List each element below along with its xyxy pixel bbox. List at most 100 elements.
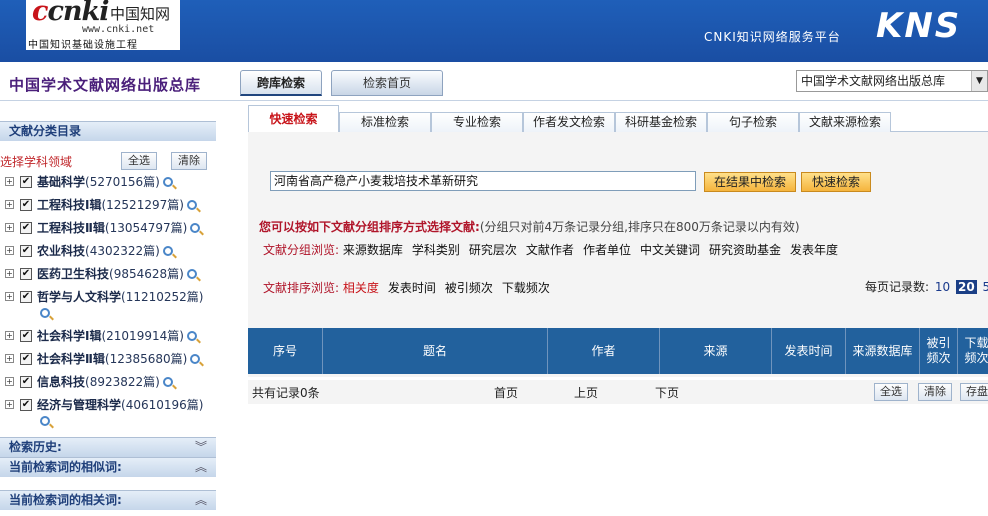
col-source[interactable]: 来源 <box>660 328 772 374</box>
subject-item[interactable]: + ✔ 医药卫生科技(9854628篇) <box>0 266 216 282</box>
chevron-up-icon[interactable]: ︽ <box>195 491 207 510</box>
tab-source-search[interactable]: 文献来源检索 <box>799 112 891 132</box>
expand-icon[interactable]: + <box>5 354 14 363</box>
sort-link[interactable]: 下载频次 <box>502 281 550 295</box>
clear-subjects-button[interactable]: 清除 <box>171 152 207 170</box>
checkbox[interactable]: ✔ <box>20 268 32 280</box>
group-link[interactable]: 作者单位 <box>583 243 631 257</box>
tab-standard-search[interactable]: 标准检索 <box>339 112 431 132</box>
subject-item[interactable]: + ✔ 社会科学Ⅰ辑(21019914篇) <box>0 328 216 344</box>
search-in-results-button[interactable]: 在结果中检索 <box>704 172 796 192</box>
database-select[interactable]: 中国学术文献网络出版总库 ▼ <box>796 70 988 92</box>
checkbox[interactable]: ✔ <box>20 399 32 411</box>
expand-icon[interactable]: + <box>5 292 14 301</box>
related-words-header[interactable]: 当前检索词的相关词: ︽ <box>0 490 216 510</box>
checkbox[interactable]: ✔ <box>20 376 32 388</box>
magnifier-icon[interactable] <box>40 416 50 426</box>
col-index[interactable]: 序号 <box>248 328 323 374</box>
subject-item[interactable]: + ✔ 农业科技(4302322篇) <box>0 243 216 259</box>
sort-browse-row: 文献排序浏览: 相关度 发表时间 被引频次 下载频次 <box>263 279 559 296</box>
sort-link-relevance[interactable]: 相关度 <box>343 281 379 295</box>
similar-words-header[interactable]: 当前检索词的相似词: ︽ <box>0 457 216 477</box>
save-button[interactable]: 存盘 <box>960 383 988 401</box>
subject-item[interactable]: + ✔ 信息科技(8923822篇) <box>0 374 216 390</box>
group-tip: 您可以按如下文献分组排序方式选择文献:(分组只对前4万条记录分组,排序只在800… <box>259 220 800 234</box>
per-page-option-selected[interactable]: 20 <box>955 280 977 294</box>
col-downloads[interactable]: 下载频次 <box>958 328 988 374</box>
group-link[interactable]: 来源数据库 <box>343 243 403 257</box>
group-link[interactable]: 中文关键词 <box>640 243 700 257</box>
expand-icon[interactable]: + <box>5 331 14 340</box>
sort-link[interactable]: 发表时间 <box>388 281 436 295</box>
logo-wordmark: ccnki <box>32 0 110 27</box>
quick-search-button[interactable]: 快速检索 <box>801 172 871 192</box>
expand-icon[interactable]: + <box>5 400 14 409</box>
first-page-link[interactable]: 首页 <box>494 384 518 401</box>
col-date[interactable]: 发表时间 <box>772 328 846 374</box>
group-link[interactable]: 学科类别 <box>412 243 460 257</box>
checkbox[interactable]: ✔ <box>20 176 32 188</box>
magnifier-icon[interactable] <box>186 200 197 210</box>
checkbox[interactable]: ✔ <box>20 353 32 365</box>
tab-quick-search[interactable]: 快速检索 <box>248 105 339 133</box>
search-input[interactable]: 河南省高产稳产小麦栽培技术革新研究 <box>270 171 696 191</box>
select-all-button[interactable]: 全选 <box>874 383 908 401</box>
cnki-logo[interactable]: ccnki 中国知网 www.cnki.net 中国知识基础设施工程 <box>26 0 180 51</box>
checkbox[interactable]: ✔ <box>20 199 32 211</box>
tab-search-home[interactable]: 检索首页 <box>331 70 443 96</box>
checkbox[interactable]: ✔ <box>20 222 32 234</box>
group-link[interactable]: 文献作者 <box>526 243 574 257</box>
next-page-link[interactable]: 下页 <box>655 384 679 401</box>
magnifier-icon[interactable] <box>190 354 201 364</box>
tab-sentence-search[interactable]: 句子检索 <box>707 112 799 132</box>
subject-item[interactable]: + ✔ 基础科学(5270156篇) <box>0 174 216 190</box>
expand-icon[interactable]: + <box>5 377 14 386</box>
subject-item[interactable]: + ✔ 工程科技Ⅱ辑(13054797篇) <box>0 220 216 236</box>
clear-button[interactable]: 清除 <box>918 383 952 401</box>
select-all-subjects-button[interactable]: 全选 <box>121 152 157 170</box>
per-page-option[interactable]: 10 <box>933 280 952 294</box>
magnifier-icon[interactable] <box>40 308 50 318</box>
magnifier-icon[interactable] <box>162 177 173 187</box>
expand-icon[interactable]: + <box>5 200 14 209</box>
magnifier-icon[interactable] <box>162 246 173 256</box>
col-author[interactable]: 作者 <box>548 328 660 374</box>
expand-icon[interactable]: + <box>5 246 14 255</box>
magnifier-icon[interactable] <box>162 377 173 387</box>
tab-author-search[interactable]: 作者发文检索 <box>523 112 615 132</box>
tab-cross-search[interactable]: 跨库检索 <box>240 70 322 96</box>
col-title[interactable]: 题名 <box>323 328 548 374</box>
tab-professional-search[interactable]: 专业检索 <box>431 112 523 132</box>
subject-item[interactable]: + ✔ 工程科技Ⅰ辑(12521297篇) <box>0 197 216 213</box>
per-page: 每页记录数: 10 20 50 <box>865 278 988 295</box>
col-cited[interactable]: 被引频次 <box>920 328 958 374</box>
col-database[interactable]: 来源数据库 <box>846 328 920 374</box>
subject-item[interactable]: + ✔ 社会科学Ⅱ辑(12385680篇) <box>0 351 216 367</box>
history-header[interactable]: 检索历史: ︾ <box>0 437 216 457</box>
checkbox[interactable]: ✔ <box>20 330 32 342</box>
checkbox[interactable]: ✔ <box>20 291 32 303</box>
expand-icon[interactable]: + <box>5 269 14 278</box>
subject-item[interactable]: + ✔ 哲学与人文科学(11210252篇) <box>0 289 216 321</box>
subject-item[interactable]: + ✔ 经济与管理科学(40610196篇) <box>0 397 216 429</box>
group-link[interactable]: 研究资助基金 <box>709 243 781 257</box>
subject-list: + ✔ 基础科学(5270156篇) + ✔ 工程科技Ⅰ辑(12521297篇) + ✔ 工… <box>0 174 216 429</box>
expand-icon[interactable]: + <box>5 177 14 186</box>
sort-link[interactable]: 被引频次 <box>445 281 493 295</box>
prev-page-link[interactable]: 上页 <box>574 384 598 401</box>
chevron-down-icon[interactable]: ︾ <box>195 438 207 457</box>
chevron-up-icon[interactable]: ︽ <box>195 458 207 477</box>
magnifier-icon[interactable] <box>186 269 197 279</box>
magnifier-icon[interactable] <box>190 223 201 233</box>
group-link[interactable]: 发表年度 <box>790 243 838 257</box>
group-link[interactable]: 研究层次 <box>469 243 517 257</box>
magnifier-icon[interactable] <box>186 331 197 341</box>
tab-fund-search[interactable]: 科研基金检索 <box>615 112 707 132</box>
subject-select-row: 选择学科领域 全选 清除 <box>0 150 216 174</box>
expand-icon[interactable]: + <box>5 223 14 232</box>
per-page-option[interactable]: 50 <box>981 280 988 294</box>
logo-subtitle: 中国知识基础设施工程 <box>28 40 138 51</box>
chevron-down-icon[interactable]: ▼ <box>971 71 987 91</box>
checkbox[interactable]: ✔ <box>20 245 32 257</box>
